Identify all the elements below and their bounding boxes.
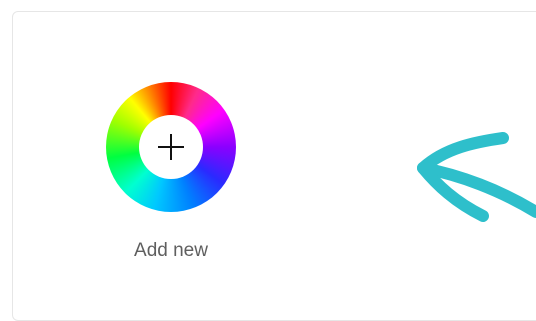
arrow-icon [417,132,536,222]
add-new-label: Add new [134,240,208,261]
color-wheel-icon[interactable] [106,82,236,212]
add-new-button[interactable]: Add new [106,82,236,272]
wheel-center [139,115,203,179]
plus-icon [158,134,184,160]
